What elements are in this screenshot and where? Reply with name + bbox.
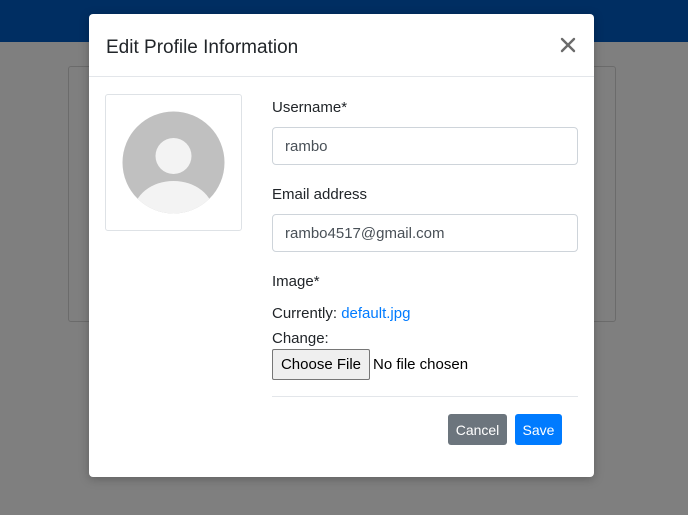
- username-label: Username*: [272, 99, 348, 116]
- email-label: Email address: [272, 186, 368, 203]
- close-icon: [560, 37, 576, 53]
- currently-label: Currently:: [272, 305, 338, 322]
- form-divider: [272, 396, 578, 397]
- cancel-button[interactable]: Cancel: [448, 414, 507, 445]
- choose-file-button[interactable]: Choose File: [272, 349, 370, 380]
- username-input[interactable]: [272, 127, 578, 165]
- avatar: [105, 94, 242, 231]
- image-label: Image*: [272, 273, 320, 290]
- modal-title: Edit Profile Information: [106, 37, 299, 58]
- current-image-link[interactable]: default.jpg: [341, 305, 410, 322]
- current-image-row: Currently: default.jpg: [272, 304, 410, 324]
- close-button[interactable]: [557, 34, 579, 56]
- modal-header: Edit Profile Information: [89, 14, 594, 77]
- edit-profile-modal: Edit Profile Information Username* Email…: [89, 14, 594, 477]
- email-input[interactable]: [272, 214, 578, 252]
- user-avatar-placeholder-icon: [122, 111, 225, 214]
- file-status-text: No file chosen: [373, 356, 469, 373]
- change-label: Change:: [272, 330, 329, 347]
- save-button[interactable]: Save: [515, 414, 562, 445]
